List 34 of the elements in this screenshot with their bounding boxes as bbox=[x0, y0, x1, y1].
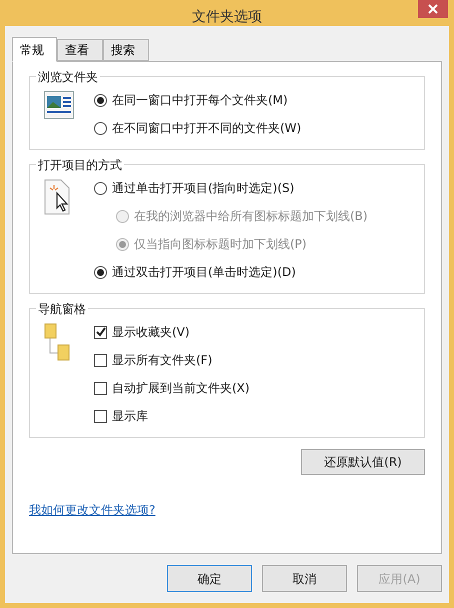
checkbox[interactable] bbox=[94, 410, 107, 422]
checkbox[interactable] bbox=[94, 326, 107, 338]
tab[interactable]: 搜索 bbox=[103, 39, 149, 61]
option-label: 仅当指向图标标题时加下划线(P) bbox=[134, 236, 307, 253]
radio-button[interactable] bbox=[94, 182, 107, 194]
option-label: 通过双击打开项目(单击时选定)(D) bbox=[112, 264, 296, 281]
dialog-button[interactable]: 确定 bbox=[167, 565, 252, 592]
window-title: 文件夹选项 bbox=[192, 9, 262, 25]
option-label: 通过单击打开项目(指向时选定)(S) bbox=[112, 180, 294, 197]
option-label: 在同一窗口中打开每个文件夹(M) bbox=[112, 92, 288, 109]
option-label: 显示库 bbox=[112, 408, 148, 425]
document-cursor-icon bbox=[44, 179, 72, 215]
radio-button[interactable] bbox=[94, 94, 107, 106]
window-icon bbox=[44, 91, 74, 119]
group-title: 导航窗格 bbox=[36, 300, 88, 318]
option-label: 在不同窗口中打开不同的文件夹(W) bbox=[112, 120, 302, 137]
radio-button[interactable] bbox=[94, 122, 107, 134]
close-icon bbox=[428, 4, 438, 14]
option-label: 显示所有文件夹(F) bbox=[112, 352, 212, 369]
checkbox[interactable] bbox=[94, 354, 107, 366]
radio-button[interactable] bbox=[94, 266, 107, 278]
group-title: 打开项目的方式 bbox=[36, 156, 124, 174]
close-button[interactable] bbox=[418, 0, 448, 18]
group-title: 浏览文件夹 bbox=[36, 68, 100, 86]
tab[interactable]: 查看 bbox=[57, 39, 103, 61]
tab[interactable]: 常规 bbox=[12, 37, 57, 62]
restore-defaults-button[interactable]: 还原默认值(R) bbox=[301, 449, 425, 475]
option-label: 在我的浏览器中给所有图标标题加下划线(B) bbox=[134, 208, 368, 225]
option-label: 自动扩展到当前文件夹(X) bbox=[112, 380, 250, 397]
help-link[interactable]: 我如何更改文件夹选项? bbox=[29, 503, 156, 517]
dialog-button[interactable]: 取消 bbox=[262, 565, 347, 592]
option-label: 显示收藏夹(V) bbox=[112, 324, 190, 341]
checkbox[interactable] bbox=[94, 382, 107, 394]
folder-tree-icon bbox=[44, 323, 72, 363]
